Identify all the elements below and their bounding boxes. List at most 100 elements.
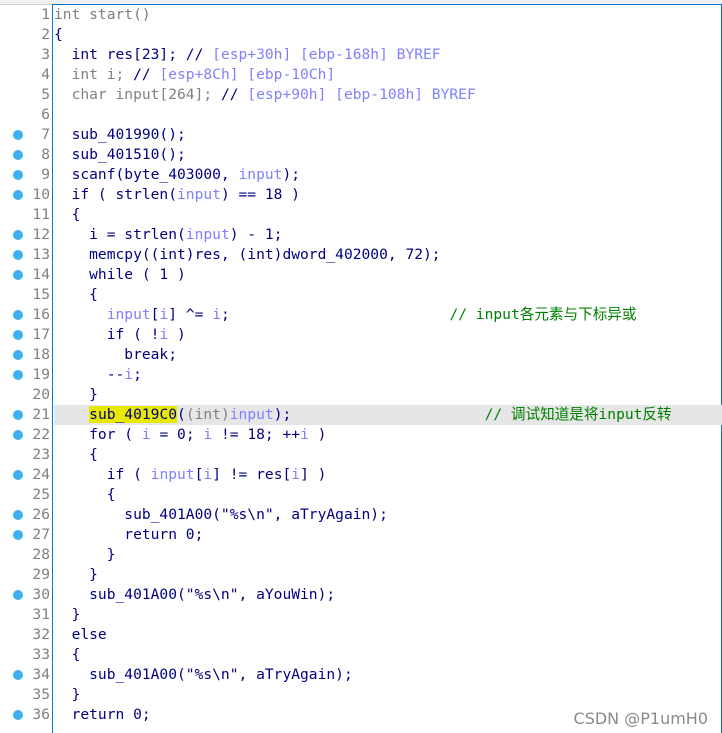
code-line[interactable]: else bbox=[54, 625, 722, 645]
code-token: { bbox=[54, 286, 98, 303]
code-line[interactable]: } bbox=[54, 565, 722, 585]
breakpoint-dot-icon[interactable] bbox=[13, 670, 23, 680]
code-token: memcpy((int)res, (int)dword_402000, 72); bbox=[54, 246, 441, 263]
highlighted-identifier: sub_4019C0 bbox=[89, 406, 178, 423]
code-token: sub_401A00("%s\n", aYouWin); bbox=[54, 586, 336, 603]
line-number: 20 bbox=[32, 386, 50, 403]
breakpoint-dot-icon[interactable] bbox=[13, 370, 23, 380]
watermark: CSDN @P1umH0 bbox=[573, 709, 708, 728]
line-number: 1 bbox=[41, 6, 50, 23]
code-area[interactable]: int start() { int res[23]; // [esp+30h] [… bbox=[54, 5, 722, 725]
code-line[interactable]: scanf(byte_403000, input); bbox=[54, 165, 722, 185]
code-line[interactable]: --i; bbox=[54, 365, 722, 385]
code-token: i bbox=[291, 466, 301, 483]
breakpoint-dot-icon[interactable] bbox=[13, 150, 23, 160]
code-line[interactable]: sub_401A00("%s\n", aTryAgain); bbox=[54, 665, 722, 685]
code-line[interactable]: } bbox=[54, 545, 722, 565]
code-token: ; bbox=[220, 306, 450, 323]
code-line[interactable]: break; bbox=[54, 345, 722, 365]
code-line[interactable]: } bbox=[54, 685, 722, 705]
code-token: -- bbox=[54, 366, 125, 383]
breakpoint-dot-icon[interactable] bbox=[13, 270, 23, 280]
code-line[interactable]: if ( input[i] != res[i] ) bbox=[54, 465, 722, 485]
code-comment: // input各元素与下标异或 bbox=[449, 306, 637, 323]
code-token: { bbox=[54, 486, 116, 503]
code-line[interactable]: i = strlen(input) - 1; bbox=[54, 225, 722, 245]
code-token: int res[23]; // bbox=[54, 46, 213, 63]
code-line[interactable]: char input[264]; // [esp+90h] [ebp-108h]… bbox=[54, 85, 722, 105]
code-line[interactable]: { bbox=[54, 205, 722, 225]
breakpoint-dot-icon[interactable] bbox=[13, 510, 23, 520]
code-line[interactable]: return 0; bbox=[54, 525, 722, 545]
code-line[interactable]: int res[23]; // [esp+30h] [ebp-168h] BYR… bbox=[54, 45, 722, 65]
code-line[interactable]: input[i] ^= i; // input各元素与下标异或 bbox=[54, 305, 722, 325]
line-number: 25 bbox=[32, 486, 50, 503]
code-line[interactable] bbox=[54, 105, 722, 125]
breakpoint-dot-icon[interactable] bbox=[13, 430, 23, 440]
code-line[interactable]: { bbox=[54, 485, 722, 505]
breakpoint-dot-icon[interactable] bbox=[13, 330, 23, 340]
code-token: ) == 18 ) bbox=[220, 186, 301, 203]
code-token: while ( 1 ) bbox=[54, 266, 186, 283]
line-number: 32 bbox=[32, 626, 50, 643]
line-number: 9 bbox=[41, 166, 50, 183]
breakpoint-dot-icon[interactable] bbox=[13, 410, 23, 420]
code-comment: [esp+8Ch] [ebp-10Ch] bbox=[159, 66, 336, 83]
breakpoint-dot-icon[interactable] bbox=[13, 530, 23, 540]
code-token: i bbox=[212, 306, 221, 323]
code-line[interactable]: while ( 1 ) bbox=[54, 265, 722, 285]
breakpoint-dot-icon[interactable] bbox=[13, 470, 23, 480]
code-token: sub_401510(); bbox=[54, 146, 186, 163]
code-token: input bbox=[229, 406, 274, 423]
breakpoint-dot-icon[interactable] bbox=[13, 590, 23, 600]
line-number: 12 bbox=[32, 226, 50, 243]
code-token: input bbox=[185, 226, 230, 243]
line-number: 3 bbox=[41, 46, 50, 63]
code-line[interactable]: memcpy((int)res, (int)dword_402000, 72); bbox=[54, 245, 722, 265]
breakpoint-dot-icon[interactable] bbox=[13, 310, 23, 320]
code-line[interactable]: sub_401510(); bbox=[54, 145, 722, 165]
code-line[interactable]: for ( i = 0; i != 18; ++i ) bbox=[54, 425, 722, 445]
code-token: ] ) bbox=[300, 466, 327, 483]
code-line[interactable]: { bbox=[54, 645, 722, 665]
code-token: return 0; bbox=[54, 526, 204, 543]
line-number: 19 bbox=[32, 366, 50, 383]
code-line[interactable]: sub_4019C0((int)input); // 调试知道是将input反转 bbox=[54, 405, 722, 425]
line-number: 33 bbox=[32, 646, 50, 663]
breakpoint-dot-icon[interactable] bbox=[13, 130, 23, 140]
line-number: 5 bbox=[41, 86, 50, 103]
breakpoint-dot-icon[interactable] bbox=[13, 710, 23, 720]
code-token: } bbox=[54, 566, 98, 583]
breakpoint-dot-icon[interactable] bbox=[13, 230, 23, 240]
code-line[interactable]: { bbox=[54, 25, 722, 45]
line-number: 14 bbox=[32, 266, 50, 283]
code-token: i bbox=[203, 466, 213, 483]
breakpoint-dot-icon[interactable] bbox=[13, 170, 23, 180]
line-number: 6 bbox=[41, 106, 50, 123]
code-line[interactable]: if ( strlen(input) == 18 ) bbox=[54, 185, 722, 205]
code-line[interactable]: int i; // [esp+8Ch] [ebp-10Ch] bbox=[54, 65, 722, 85]
code-token: i bbox=[159, 306, 169, 323]
breakpoint-dot-icon[interactable] bbox=[13, 350, 23, 360]
code-token: { bbox=[54, 206, 81, 223]
code-line[interactable]: int start() bbox=[54, 5, 722, 25]
code-line[interactable]: { bbox=[54, 445, 722, 465]
code-token: != 18; ++ bbox=[212, 426, 301, 443]
code-line[interactable]: sub_401A00("%s\n", aYouWin); bbox=[54, 585, 722, 605]
code-token: i bbox=[124, 366, 134, 383]
breakpoint-dot-icon[interactable] bbox=[13, 250, 23, 260]
code-token: ) bbox=[308, 426, 327, 443]
line-number: 8 bbox=[41, 146, 50, 163]
code-line[interactable]: { bbox=[54, 285, 722, 305]
code-line[interactable]: sub_401A00("%s\n", aTryAgain); bbox=[54, 505, 722, 525]
line-number: 16 bbox=[32, 306, 50, 323]
line-number: 27 bbox=[32, 526, 50, 543]
code-line[interactable]: } bbox=[54, 605, 722, 625]
code-line[interactable]: if ( !i ) bbox=[54, 325, 722, 345]
code-token: } bbox=[54, 546, 116, 563]
code-line[interactable]: sub_401990(); bbox=[54, 125, 722, 145]
breakpoint-dot-icon[interactable] bbox=[13, 190, 23, 200]
code-line[interactable]: } bbox=[54, 385, 722, 405]
